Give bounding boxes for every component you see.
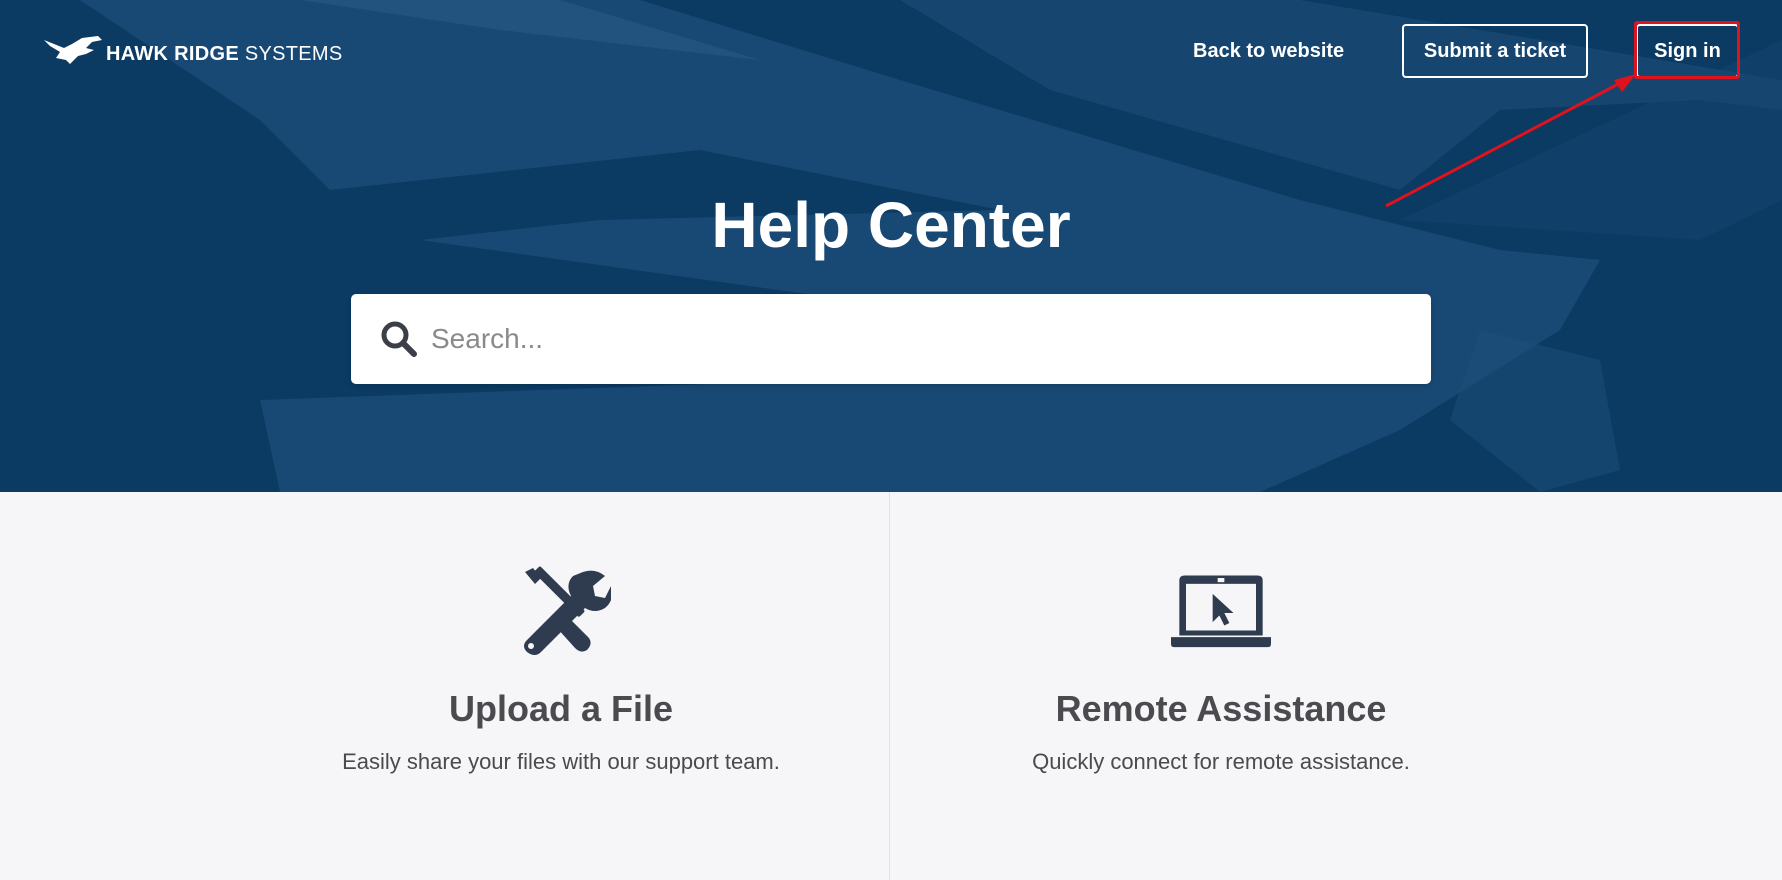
- logo-text-bold: HAWK RIDGE: [106, 42, 239, 65]
- search-bar[interactable]: [351, 294, 1431, 384]
- card-divider: [889, 492, 890, 880]
- search-input[interactable]: [419, 294, 1431, 384]
- remote-assistance-card[interactable]: Remote Assistance Quickly connect for re…: [921, 492, 1521, 880]
- card-description: Easily share your files with our support…: [342, 749, 780, 774]
- laptop-cursor-icon: [1171, 575, 1271, 648]
- card-title: Remote Assistance: [1055, 688, 1387, 729]
- back-to-website-link[interactable]: Back to website: [1193, 36, 1344, 66]
- hero-banner: HAWK RIDGE SYSTEMS Back to website Submi…: [0, 0, 1782, 492]
- submit-ticket-button[interactable]: Submit a ticket: [1402, 24, 1588, 78]
- page-title: Help Center: [711, 189, 1071, 261]
- logo-text-regular: SYSTEMS: [244, 42, 343, 65]
- hawk-ridge-logo[interactable]: HAWK RIDGE SYSTEMS: [42, 34, 343, 70]
- feature-cards: Upload a File Easily share your files wi…: [0, 492, 1782, 880]
- card-title: Upload a File: [448, 688, 674, 729]
- hawk-icon: [44, 36, 102, 64]
- tools-icon: [524, 566, 611, 655]
- upload-file-card[interactable]: Upload a File Easily share your files wi…: [261, 492, 861, 880]
- sign-in-highlight-box: [1634, 21, 1740, 79]
- search-icon: [381, 321, 417, 357]
- card-description: Quickly connect for remote assistance.: [1032, 749, 1410, 774]
